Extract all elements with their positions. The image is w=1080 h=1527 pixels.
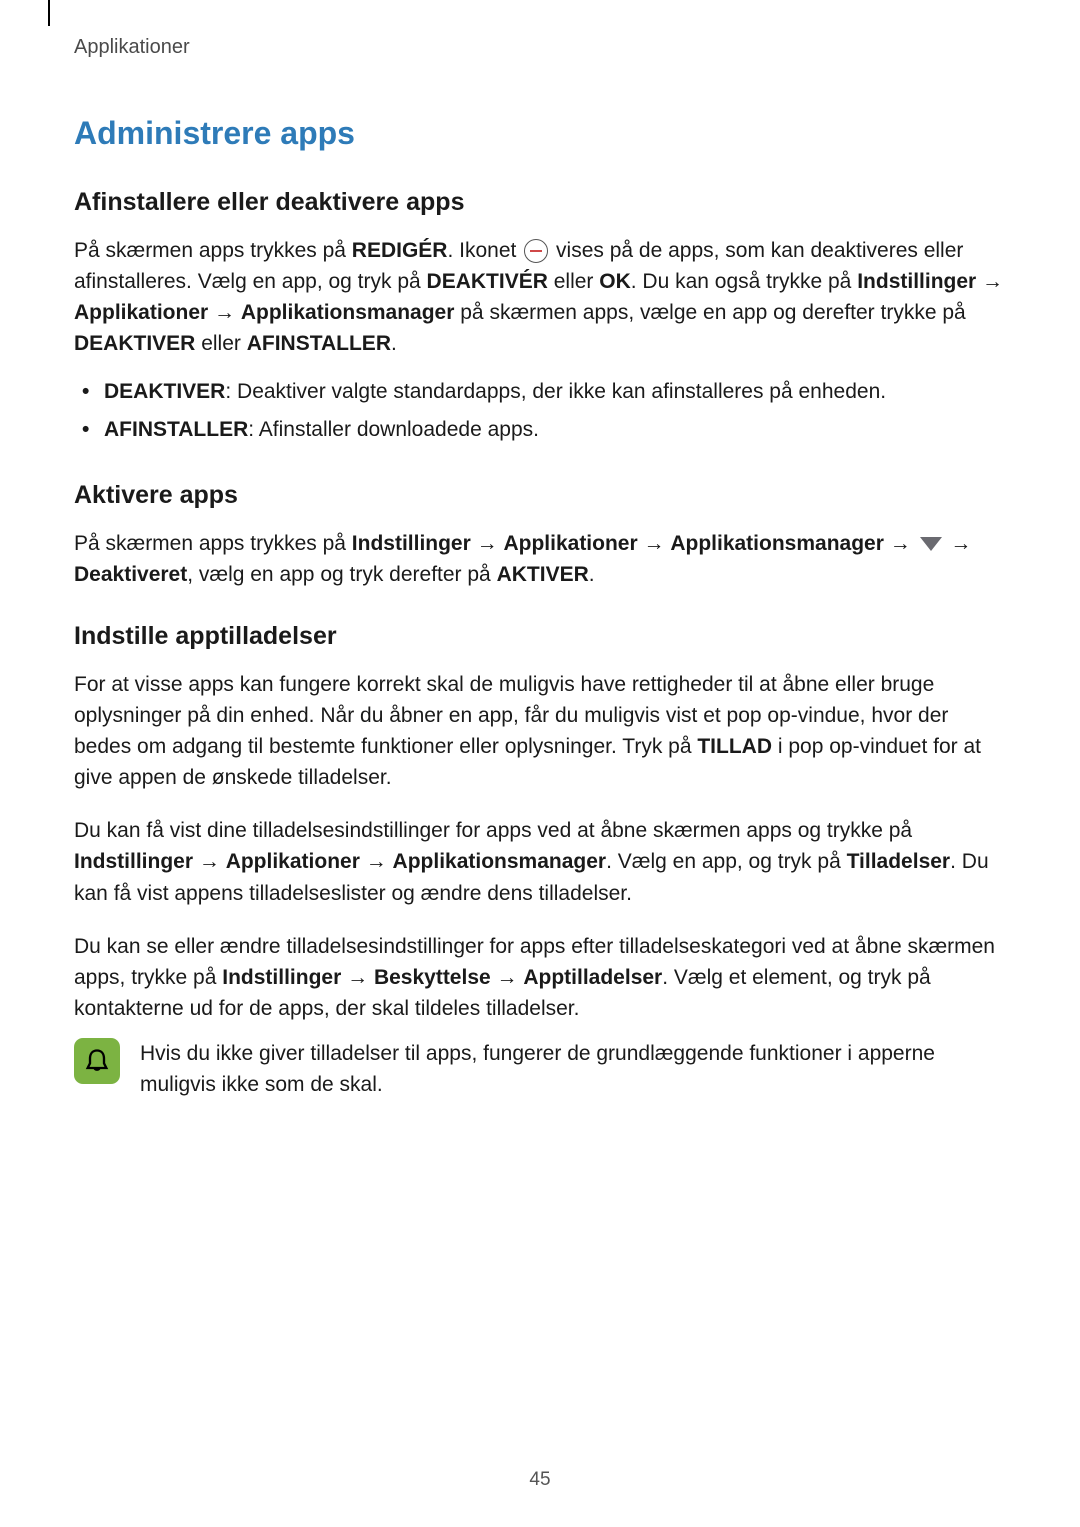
text: Du kan få vist dine tilladelsesindstilli…	[74, 819, 912, 842]
text-bold: Tilladelser	[847, 850, 951, 873]
body-text: Du kan se eller ændre tilladelsesindstil…	[74, 931, 1006, 1024]
text-bold: Applikationer	[74, 301, 208, 324]
text: →	[638, 532, 671, 555]
text-bold: Deaktiveret	[74, 563, 187, 586]
text-bold: Applikationer	[226, 850, 360, 873]
text: på skærmen apps, vælge en app og derefte…	[454, 301, 965, 324]
text: →	[341, 966, 374, 989]
text-bold: DEAKTIVER	[74, 332, 195, 355]
text-bold: REDIGÉR	[352, 239, 448, 262]
text: : Afinstaller downloadede apps.	[248, 418, 539, 441]
text-bold: Applikationer	[503, 532, 637, 555]
text: eller	[195, 332, 246, 355]
text: →	[945, 532, 972, 555]
list-item: AFINSTALLER: Afinstaller downloadede app…	[104, 411, 1006, 449]
text-bold: Applikationsmanager	[393, 850, 607, 873]
text-bold: Apptilladelser	[523, 966, 662, 989]
text-bold: Beskyttelse	[374, 966, 491, 989]
text-bold: AKTIVER	[497, 563, 589, 586]
text: →	[884, 532, 917, 555]
text-bold: Indstillinger	[74, 850, 193, 873]
text: : Deaktiver valgte standardapps, der ikk…	[225, 380, 886, 403]
text-bold: AFINSTALLER	[247, 332, 391, 355]
subheading-uninstall: Afinstallere eller deaktivere apps	[74, 188, 1006, 217]
text-bold: Applikationsmanager	[241, 301, 455, 324]
text: →	[491, 966, 524, 989]
section-activate: Aktivere apps På skærmen apps trykkes på…	[74, 481, 1006, 590]
text: eller	[548, 270, 599, 293]
text-bold: Indstillinger	[222, 966, 341, 989]
text-bold: DEAKTIVÉR	[427, 270, 548, 293]
text-bold: Applikationsmanager	[670, 532, 884, 555]
text-bold: OK	[599, 270, 631, 293]
text: →	[976, 270, 1003, 293]
body-text: Du kan få vist dine tilladelsesindstilli…	[74, 815, 1006, 908]
body-text: På skærmen apps trykkes på Indstillinger…	[74, 528, 1006, 590]
bullet-list: DEAKTIVER: Deaktiver valgte standardapps…	[74, 373, 1006, 449]
text: På skærmen apps trykkes på	[74, 239, 352, 262]
text: . Ikonet	[447, 239, 522, 262]
text-bold: AFINSTALLER	[104, 418, 248, 441]
page-number: 45	[0, 1469, 1080, 1491]
body-text: For at visse apps kan fungere korrekt sk…	[74, 669, 1006, 793]
note-callout: Hvis du ikke giver tilladelser til apps,…	[74, 1038, 1006, 1100]
bell-note-icon	[74, 1038, 120, 1084]
body-text: På skærmen apps trykkes på REDIGÉR. Ikon…	[74, 235, 1006, 359]
text: .	[589, 563, 595, 586]
text: →	[208, 301, 241, 324]
text: . Du kan også trykke på	[631, 270, 857, 293]
note-text: Hvis du ikke giver tilladelser til apps,…	[140, 1038, 1006, 1100]
text-bold: Indstillinger	[352, 532, 471, 555]
text-bold: TILLAD	[697, 735, 772, 758]
text: →	[471, 532, 504, 555]
text-bold: DEAKTIVER	[104, 380, 225, 403]
dropdown-triangle-icon	[920, 537, 942, 551]
page-title: Administrere apps	[74, 115, 1006, 152]
text: , vælg en app og tryk derefter på	[187, 563, 496, 586]
subheading-activate: Aktivere apps	[74, 481, 1006, 510]
text-bold: Indstillinger	[857, 270, 976, 293]
list-item: DEAKTIVER: Deaktiver valgte standardapps…	[104, 373, 1006, 411]
section-uninstall-disable: Afinstallere eller deaktivere apps På sk…	[74, 188, 1006, 449]
section-permissions: Indstille apptilladelser For at visse ap…	[74, 622, 1006, 1100]
page-tick-mark	[48, 0, 50, 26]
text: →	[360, 850, 393, 873]
page-content: Applikationer Administrere apps Afinstal…	[0, 0, 1080, 1100]
text: .	[391, 332, 397, 355]
running-header: Applikationer	[74, 36, 1006, 59]
text: →	[193, 850, 226, 873]
text: . Vælg en app, og tryk på	[606, 850, 846, 873]
subheading-permissions: Indstille apptilladelser	[74, 622, 1006, 651]
minus-circle-icon	[524, 239, 548, 263]
text: På skærmen apps trykkes på	[74, 532, 352, 555]
